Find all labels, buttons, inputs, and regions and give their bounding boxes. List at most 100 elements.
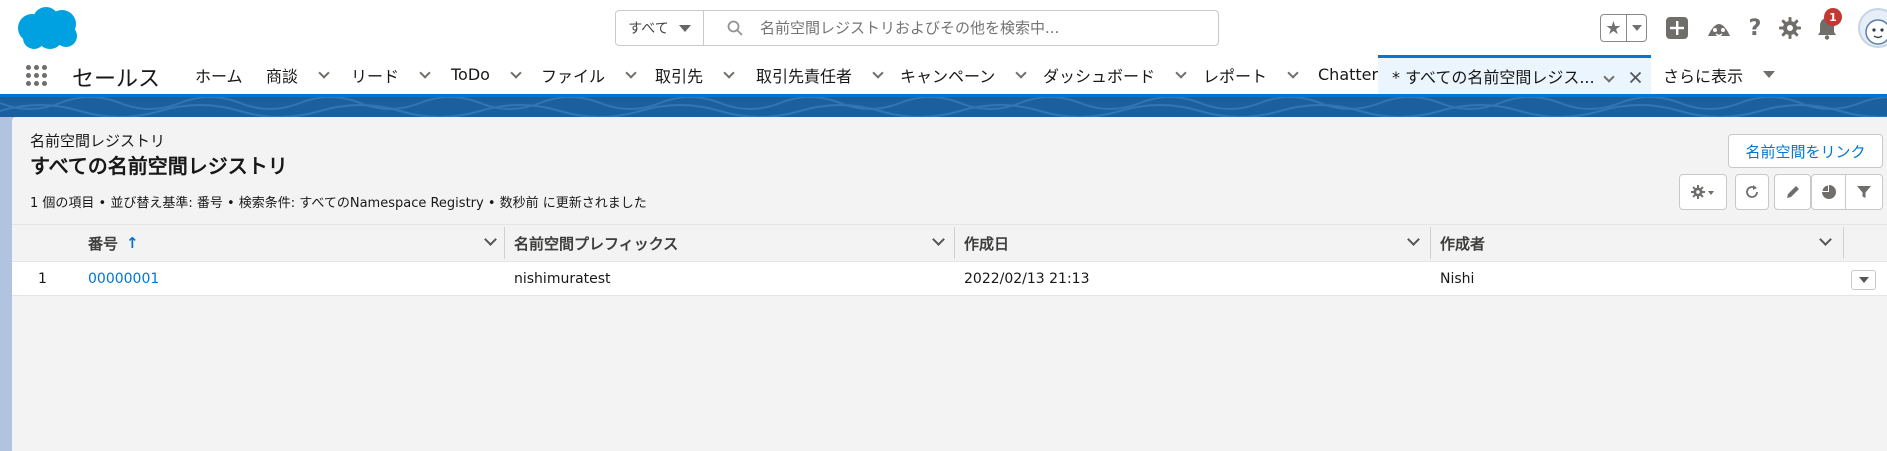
user-avatar-icon bbox=[1865, 19, 1887, 45]
record-number-link[interactable]: 00000001 bbox=[88, 262, 159, 296]
nav-item-label: ホーム bbox=[195, 66, 243, 86]
refresh-icon bbox=[1746, 185, 1758, 198]
column-header-created-by[interactable]: 作成者 bbox=[1440, 225, 1485, 261]
global-header: すべて ★ ? bbox=[0, 0, 1887, 55]
column-resize-handle[interactable] bbox=[1430, 227, 1431, 259]
table-header: 番号 ↑ 名前空間プレフィックス 作成日 作成者 bbox=[12, 224, 1887, 262]
nav-item-leads[interactable]: リード bbox=[351, 55, 431, 94]
app-name: セールス bbox=[72, 67, 161, 92]
add-icon bbox=[1666, 17, 1688, 39]
charts-button[interactable] bbox=[1811, 174, 1846, 210]
column-resize-handle[interactable] bbox=[1843, 227, 1844, 259]
avatar[interactable] bbox=[1858, 8, 1887, 48]
nav-item-label: キャンペーン bbox=[900, 66, 996, 86]
nav-item-home[interactable]: ホーム bbox=[195, 55, 243, 94]
chevron-down-icon[interactable] bbox=[1407, 233, 1420, 246]
chevron-down-icon[interactable] bbox=[484, 233, 497, 246]
global-search: すべて bbox=[615, 10, 1219, 46]
setup-button[interactable] bbox=[1775, 12, 1805, 44]
nav-item-contacts[interactable]: 取引先責任者 bbox=[756, 55, 884, 94]
nav-item-label: 取引先 bbox=[655, 66, 704, 86]
search-input[interactable] bbox=[760, 19, 1218, 37]
caret-down-icon bbox=[1858, 277, 1869, 283]
pie-chart-icon bbox=[1821, 185, 1836, 199]
nav-item-label: ToDo bbox=[451, 65, 490, 84]
tab-label: * すべての名前空間レジス... bbox=[1392, 68, 1595, 87]
list-view-info: 1 個の項目 • 並び替え基準: 番号 • 検索条件: すべてのNamespac… bbox=[30, 196, 647, 211]
nav-item-opportunities[interactable]: 商談 bbox=[266, 55, 330, 94]
column-header-created-date[interactable]: 作成日 bbox=[964, 225, 1009, 261]
sort-ascending-icon: ↑ bbox=[126, 234, 139, 252]
column-resize-handle[interactable] bbox=[954, 227, 955, 259]
setup-gear-icon bbox=[1779, 17, 1801, 39]
nav-item-accounts[interactable]: 取引先 bbox=[655, 55, 735, 94]
nav-more-button[interactable]: さらに表示 bbox=[1663, 55, 1776, 94]
chevron-down-icon[interactable] bbox=[872, 66, 884, 79]
column-header-label: 名前空間プレフィックス bbox=[514, 234, 679, 253]
chevron-down-icon[interactable] bbox=[510, 66, 522, 79]
nav-item-label: リード bbox=[351, 66, 400, 86]
app-launcher-icon[interactable] bbox=[26, 65, 48, 87]
column-header-prefix[interactable]: 名前空間プレフィックス bbox=[514, 225, 678, 261]
nav-item-label: 商談 bbox=[266, 66, 299, 86]
row-number: 1 bbox=[38, 271, 47, 287]
trailhead-icon bbox=[1708, 24, 1730, 37]
cell-prefix: nishimuratest bbox=[514, 271, 611, 287]
row-actions-button[interactable] bbox=[1851, 270, 1876, 290]
header-wave-band bbox=[0, 97, 1887, 117]
filter-button[interactable] bbox=[1846, 174, 1883, 210]
nav-item-label: ファイル bbox=[541, 66, 606, 86]
object-label: 名前空間レジストリ bbox=[30, 132, 166, 150]
link-namespace-button[interactable]: 名前空間をリンク bbox=[1728, 134, 1883, 168]
trailhead-button[interactable] bbox=[1704, 12, 1734, 44]
nav-item-todo[interactable]: ToDo bbox=[451, 55, 522, 94]
global-actions-button[interactable] bbox=[1662, 12, 1692, 44]
refresh-button[interactable] bbox=[1735, 174, 1769, 210]
caret-down-icon bbox=[1763, 71, 1776, 78]
chevron-down-icon[interactable] bbox=[723, 66, 735, 79]
pencil-icon bbox=[1786, 186, 1799, 198]
column-header-label: 番号 bbox=[88, 234, 119, 253]
nav-item-files[interactable]: ファイル bbox=[541, 55, 637, 94]
inline-edit-button[interactable] bbox=[1774, 174, 1811, 210]
chevron-down-icon[interactable] bbox=[1015, 66, 1027, 79]
chevron-down-icon[interactable] bbox=[1819, 233, 1832, 246]
cell-created-date: 2022/02/13 21:13 bbox=[964, 271, 1090, 287]
favorites-group: ★ bbox=[1600, 14, 1647, 42]
list-view-title[interactable]: すべての名前空間レジストリ bbox=[30, 150, 288, 179]
star-icon[interactable]: ★ bbox=[1601, 15, 1627, 41]
nav-item-chatter[interactable]: Chatter bbox=[1318, 55, 1378, 94]
chevron-down-icon[interactable] bbox=[1175, 66, 1187, 79]
chevron-down-icon[interactable] bbox=[318, 66, 330, 79]
chevron-down-icon[interactable] bbox=[932, 233, 945, 246]
search-scope-dropdown[interactable]: すべて bbox=[616, 11, 704, 45]
notification-badge: 1 bbox=[1824, 8, 1842, 26]
close-icon[interactable] bbox=[1629, 71, 1642, 84]
search-scope-label: すべて bbox=[628, 21, 669, 37]
help-icon[interactable]: ? bbox=[1740, 12, 1770, 44]
gear-icon bbox=[1691, 185, 1714, 199]
tab-namespace-registry[interactable]: * すべての名前空間レジス... bbox=[1378, 55, 1651, 94]
nav-item-reports[interactable]: レポート bbox=[1203, 55, 1299, 94]
nav-item-dashboards[interactable]: ダッシュボード bbox=[1043, 55, 1187, 94]
table-row: 1 00000001 nishimuratest 2022/02/13 21:1… bbox=[12, 262, 1887, 296]
nav-item-label: レポート bbox=[1203, 66, 1268, 86]
list-view-controls-button[interactable] bbox=[1679, 174, 1727, 210]
column-header-label: 作成者 bbox=[1440, 234, 1486, 253]
chevron-down-icon[interactable] bbox=[1287, 66, 1299, 79]
column-resize-handle[interactable] bbox=[504, 227, 505, 259]
app-nav-bar: セールス ホーム 商談 リード ToDo ファイル 取引先 取引先責任者 キャン… bbox=[0, 55, 1887, 97]
nav-more-label: さらに表示 bbox=[1663, 66, 1744, 86]
nav-item-label: 取引先責任者 bbox=[756, 66, 853, 86]
nav-item-campaigns[interactable]: キャンペーン bbox=[900, 55, 1027, 94]
chevron-down-icon[interactable] bbox=[625, 66, 637, 79]
nav-item-label: ダッシュボード bbox=[1043, 66, 1156, 86]
nav-item-label: Chatter bbox=[1318, 65, 1379, 84]
chevron-down-icon[interactable] bbox=[1603, 71, 1615, 83]
favorites-list-button[interactable] bbox=[1627, 15, 1646, 41]
column-header-number[interactable]: 番号 ↑ bbox=[88, 225, 139, 261]
wave-pattern-icon bbox=[0, 97, 1887, 117]
table-empty-area bbox=[12, 296, 1887, 451]
chevron-down-icon[interactable] bbox=[419, 66, 431, 79]
salesforce-cloud-icon[interactable] bbox=[14, 6, 80, 52]
